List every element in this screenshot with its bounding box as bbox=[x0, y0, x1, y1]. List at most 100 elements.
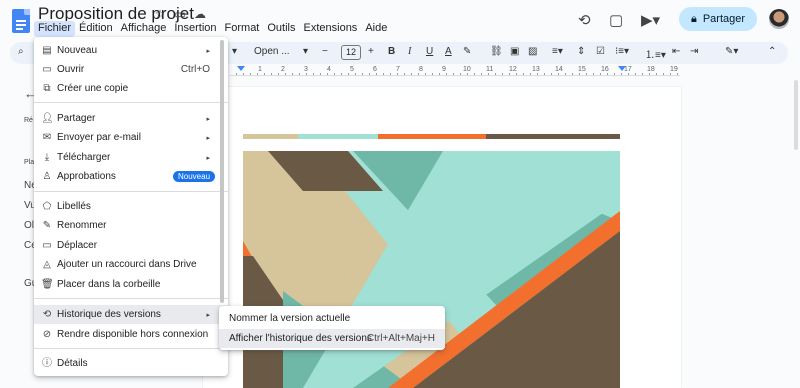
add-comment-icon[interactable]: ▣ bbox=[510, 46, 519, 57]
ruler-number: 12 bbox=[509, 66, 517, 73]
geometric-art bbox=[243, 151, 620, 388]
editing-mode-icon[interactable]: ✎▾ bbox=[725, 46, 738, 57]
underline-button[interactable]: U bbox=[426, 46, 433, 57]
link-icon[interactable]: ⛓ bbox=[490, 46, 503, 57]
menu-edition[interactable]: Édition bbox=[75, 21, 117, 37]
menu-item-creer-copie[interactable]: ⧉ Créer une copie bbox=[34, 79, 228, 98]
share-button[interactable]: 🔒︎ Partager bbox=[679, 7, 757, 31]
ruler-number: 9 bbox=[442, 66, 446, 73]
menu-affichage[interactable]: Affichage bbox=[117, 21, 171, 37]
submenu-item-label: Afficher l'historique des versions bbox=[229, 333, 372, 344]
collapse-toolbar-icon[interactable]: ⌃ bbox=[768, 46, 776, 57]
header-stripe-tan bbox=[243, 134, 298, 139]
ruler-number: 14 bbox=[555, 66, 563, 73]
menu-aide[interactable]: Aide bbox=[361, 21, 391, 37]
font-family-dropdown-arrow[interactable]: ▾ bbox=[303, 46, 308, 57]
decrease-font-size-button[interactable]: − bbox=[322, 46, 328, 57]
menu-fichier[interactable]: Fichier bbox=[34, 21, 76, 37]
decrease-indent-icon[interactable]: ⇤ bbox=[672, 46, 680, 57]
menu-item-telecharger[interactable]: ⤓ Télécharger ▸ bbox=[34, 148, 228, 167]
menu-item-corbeille[interactable]: 🗑︎ Placer dans la corbeille bbox=[34, 275, 228, 294]
menu-item-envoyer-email[interactable]: ✉ Envoyer par e-mail ▸ bbox=[34, 128, 228, 147]
ruler-number: 5 bbox=[350, 66, 354, 73]
menu-item-label: Télécharger bbox=[57, 152, 111, 163]
drive-shortcut-icon: ◬ bbox=[43, 258, 51, 270]
menu-item-partager[interactable]: 👤︎ Partager ▸ bbox=[34, 109, 228, 128]
ruler-number: 10 bbox=[463, 66, 471, 73]
outline-item[interactable]: Ré bbox=[24, 117, 33, 124]
menu-item-label: Ajouter un raccourci dans Drive bbox=[57, 259, 197, 270]
header-stripe-orange bbox=[378, 134, 486, 139]
left-margin-marker[interactable] bbox=[237, 66, 245, 71]
menu-divider bbox=[34, 191, 228, 192]
submenu-item-afficher-historique[interactable]: Afficher l'historique des versions Ctrl+… bbox=[219, 329, 445, 348]
right-margin-marker[interactable] bbox=[618, 66, 626, 71]
menu-outils[interactable]: Outils bbox=[263, 21, 299, 37]
highlight-icon[interactable]: ✎ bbox=[463, 46, 471, 57]
line-spacing-icon[interactable]: ⇕ bbox=[577, 46, 585, 57]
document-icon: ▤ bbox=[42, 44, 52, 56]
submenu-arrow-icon: ▸ bbox=[206, 115, 210, 123]
star-icon[interactable]: ☆ bbox=[153, 7, 167, 21]
submenu-item-nommer-version[interactable]: Nommer la version actuelle bbox=[219, 309, 445, 328]
folder-icon: ▭ bbox=[42, 63, 52, 75]
font-size-input[interactable]: 12 bbox=[341, 45, 361, 60]
ruler-number: 2 bbox=[281, 66, 285, 73]
outline-item[interactable]: Ol bbox=[24, 220, 34, 231]
menu-item-label: Placer dans la corbeille bbox=[57, 279, 161, 290]
align-icon[interactable]: ≡▾ bbox=[552, 46, 563, 57]
menu-item-libelles[interactable]: ⬠ Libellés bbox=[34, 197, 228, 216]
menu-item-label: Créer une copie bbox=[57, 83, 129, 94]
menu-item-renommer[interactable]: ✎ Renommer bbox=[34, 216, 228, 235]
ruler-numbers: 1 2 3 4 5 6 7 8 9 10 11 12 13 14 15 16 1… bbox=[230, 66, 680, 76]
header-stripe-teal bbox=[298, 134, 378, 139]
menu-item-details[interactable]: ⓘ Détails bbox=[34, 354, 228, 373]
increase-indent-icon[interactable]: ⇥ bbox=[690, 46, 698, 57]
move-folder-icon[interactable]: ▭ bbox=[173, 7, 187, 21]
menu-item-historique-versions[interactable]: ⟲ Historique des versions ▸ bbox=[34, 305, 228, 324]
menu-item-raccourci-drive[interactable]: ◬ Ajouter un raccourci dans Drive bbox=[34, 255, 228, 274]
submenu-item-shortcut: Ctrl+Alt+Maj+H bbox=[366, 333, 435, 344]
menu-item-hors-connexion[interactable]: ⊘ Rendre disponible hors connexion bbox=[34, 325, 228, 344]
search-menus-icon[interactable]: ⌕ bbox=[18, 46, 24, 57]
menu-insertion[interactable]: Insertion bbox=[170, 21, 220, 37]
menu-item-nouveau[interactable]: ▤ Nouveau ▸ bbox=[34, 41, 228, 60]
menu-item-label: Libellés bbox=[57, 201, 91, 212]
ruler-number: 3 bbox=[304, 66, 308, 73]
font-family-select[interactable]: Open ... bbox=[254, 46, 290, 57]
meet-video-icon[interactable]: ▶▾ bbox=[641, 11, 660, 29]
cover-geometric-image[interactable] bbox=[243, 151, 620, 388]
menu-item-label: Envoyer par e-mail bbox=[57, 132, 141, 143]
history-icon[interactable]: ⟲ bbox=[578, 11, 591, 29]
zoom-dropdown-arrow[interactable]: ▾ bbox=[232, 46, 237, 57]
comment-icon[interactable]: ▢ bbox=[609, 11, 623, 29]
avatar[interactable] bbox=[769, 9, 789, 29]
docs-logo-icon[interactable] bbox=[12, 9, 30, 33]
menu-format[interactable]: Format bbox=[221, 21, 264, 37]
ruler-number: 7 bbox=[396, 66, 400, 73]
menu-item-approbations[interactable]: ♙ Approbations Nouveau bbox=[34, 167, 228, 186]
menu-divider bbox=[34, 102, 228, 103]
checklist-icon[interactable]: ☑ bbox=[596, 46, 605, 57]
share-button-label: Partager bbox=[702, 13, 746, 25]
bulleted-list-icon[interactable]: ⁝≡▾ bbox=[615, 46, 629, 57]
menu-item-ouvrir[interactable]: ▭ Ouvrir Ctrl+O bbox=[34, 60, 228, 79]
numbered-list-icon[interactable]: ⒈≡▾ bbox=[645, 46, 666, 61]
menu-item-deplacer[interactable]: ▭ Déplacer bbox=[34, 236, 228, 255]
menu-divider bbox=[34, 348, 228, 349]
history-icon: ⟲ bbox=[42, 308, 52, 320]
document-scrollbar[interactable] bbox=[794, 80, 798, 150]
menu-scrollbar[interactable] bbox=[220, 40, 224, 303]
ruler-number: 4 bbox=[327, 66, 331, 73]
italic-button[interactable]: I bbox=[408, 46, 411, 57]
file-menu: ▤ Nouveau ▸ ▭ Ouvrir Ctrl+O ⧉ Créer une … bbox=[34, 37, 228, 376]
bold-button[interactable]: B bbox=[388, 46, 395, 57]
menu-extensions[interactable]: Extensions bbox=[300, 21, 362, 37]
text-color-button[interactable]: A bbox=[445, 46, 452, 57]
cloud-status-icon[interactable]: ☁ bbox=[193, 7, 207, 21]
trash-icon: 🗑︎ bbox=[41, 278, 54, 290]
menu-bar: Fichier Édition Affichage Insertion Form… bbox=[34, 21, 391, 37]
outline-item[interactable]: Pla bbox=[24, 159, 34, 166]
image-icon[interactable]: ▨ bbox=[528, 46, 537, 57]
increase-font-size-button[interactable]: + bbox=[368, 46, 374, 57]
